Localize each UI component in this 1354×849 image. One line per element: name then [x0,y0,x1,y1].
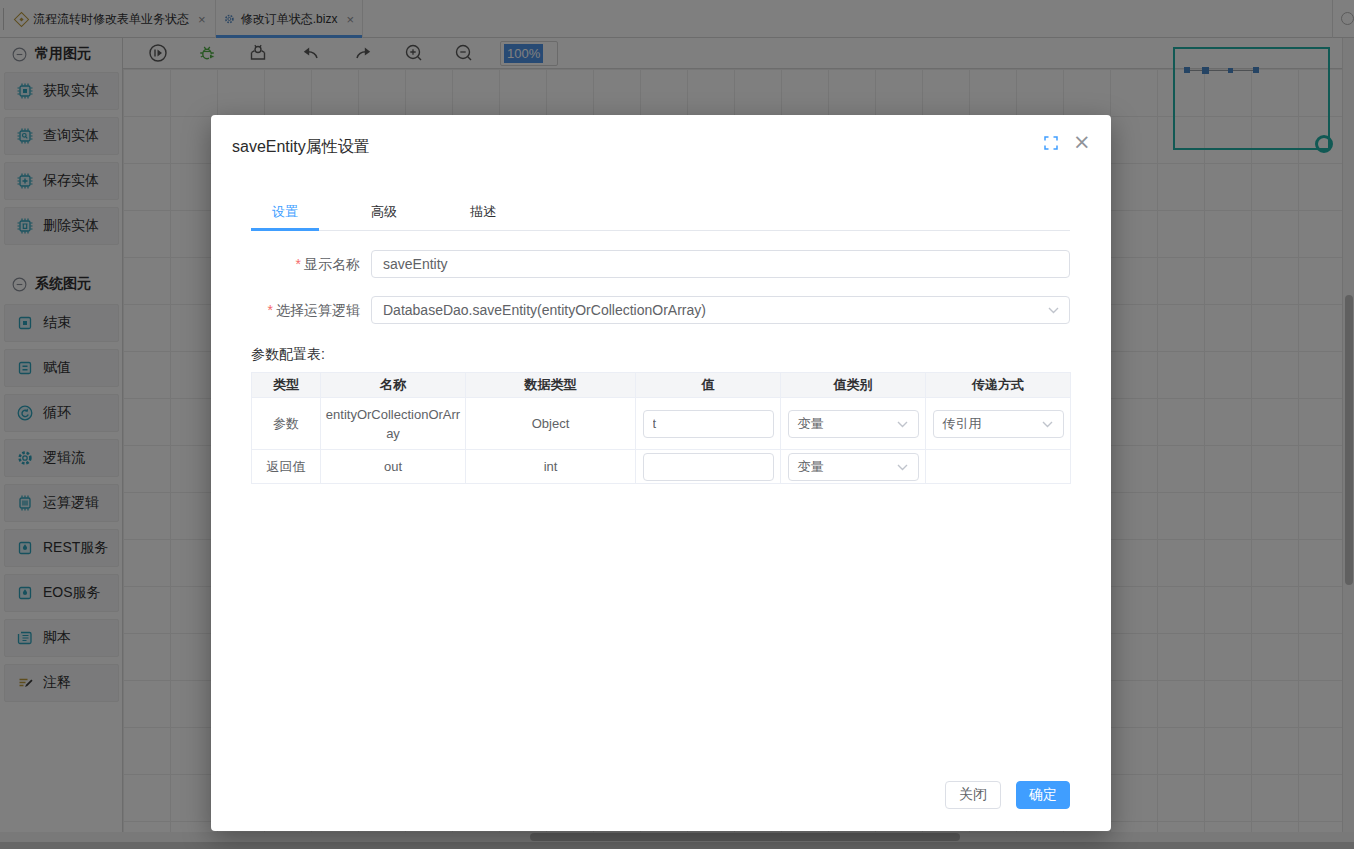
param-table: 类型 名称 数据类型 值 值类别 传递方式 参数 entityOrCollect… [251,372,1071,484]
display-name-label: *显示名称 [231,250,360,278]
col-name: 名称 [321,373,466,398]
col-value: 值 [636,373,781,398]
dialog-tab-settings[interactable]: 设置 [251,203,319,221]
dialog-close-icon[interactable]: × [1073,128,1091,156]
param-pass-mode-select[interactable]: 传引用 [933,410,1064,438]
param-value-category-select[interactable]: 变量 [788,410,919,438]
select-value: 传引用 [943,414,982,433]
select-value: 变量 [798,457,824,476]
param-row: 参数 entityOrCollectionOrArray Object 变量 传… [252,398,1071,450]
chevron-down-icon [1048,307,1059,314]
param-value-input[interactable] [643,410,774,438]
cell-name: entityOrCollectionOrArray [321,398,466,450]
dialog-tabline [251,230,1070,231]
param-table-label: 参数配置表: [251,346,325,364]
app: 流程流转时修改表单业务状态 × 修改订单状态.bizx × 常用图元 获取实体 [0,0,1354,849]
dialog-title: saveEntity属性设置 [232,137,370,158]
chevron-down-icon [897,464,908,471]
cell-pass-mode-empty [926,450,1071,484]
cell-data-type: Object [466,398,636,450]
col-value-category: 值类别 [781,373,926,398]
return-value-input[interactable] [643,453,774,481]
dialog-tab-advanced[interactable]: 高级 [350,203,418,221]
dialog-tab-description[interactable]: 描述 [449,203,517,221]
close-button[interactable]: 关闭 [945,781,1001,809]
display-name-input[interactable] [371,250,1070,278]
logic-label: *选择运算逻辑 [231,296,360,324]
col-pass-mode: 传递方式 [926,373,1071,398]
save-entity-properties-dialog: saveEntity属性设置 × 设置 高级 描述 *显示名称 *选择运算逻辑 … [211,115,1111,831]
cell-type: 返回值 [252,450,321,484]
chevron-down-icon [897,421,908,428]
select-value: 变量 [798,414,824,433]
logic-select[interactable]: DatabaseDao.saveEntity(entityOrCollectio… [371,296,1070,324]
cell-type: 参数 [252,398,321,450]
return-row: 返回值 out int 变量 [252,450,1071,484]
chevron-down-icon [1042,421,1053,428]
cell-name: out [321,450,466,484]
dialog-tab-ink [251,228,319,231]
return-value-category-select[interactable]: 变量 [788,453,919,481]
col-data-type: 数据类型 [466,373,636,398]
ok-button[interactable]: 确定 [1016,781,1070,809]
param-table-header-row: 类型 名称 数据类型 值 值类别 传递方式 [252,373,1071,398]
fullscreen-icon[interactable] [1044,136,1058,150]
cell-data-type: int [466,450,636,484]
col-type: 类型 [252,373,321,398]
logic-select-value: DatabaseDao.saveEntity(entityOrCollectio… [383,302,706,318]
